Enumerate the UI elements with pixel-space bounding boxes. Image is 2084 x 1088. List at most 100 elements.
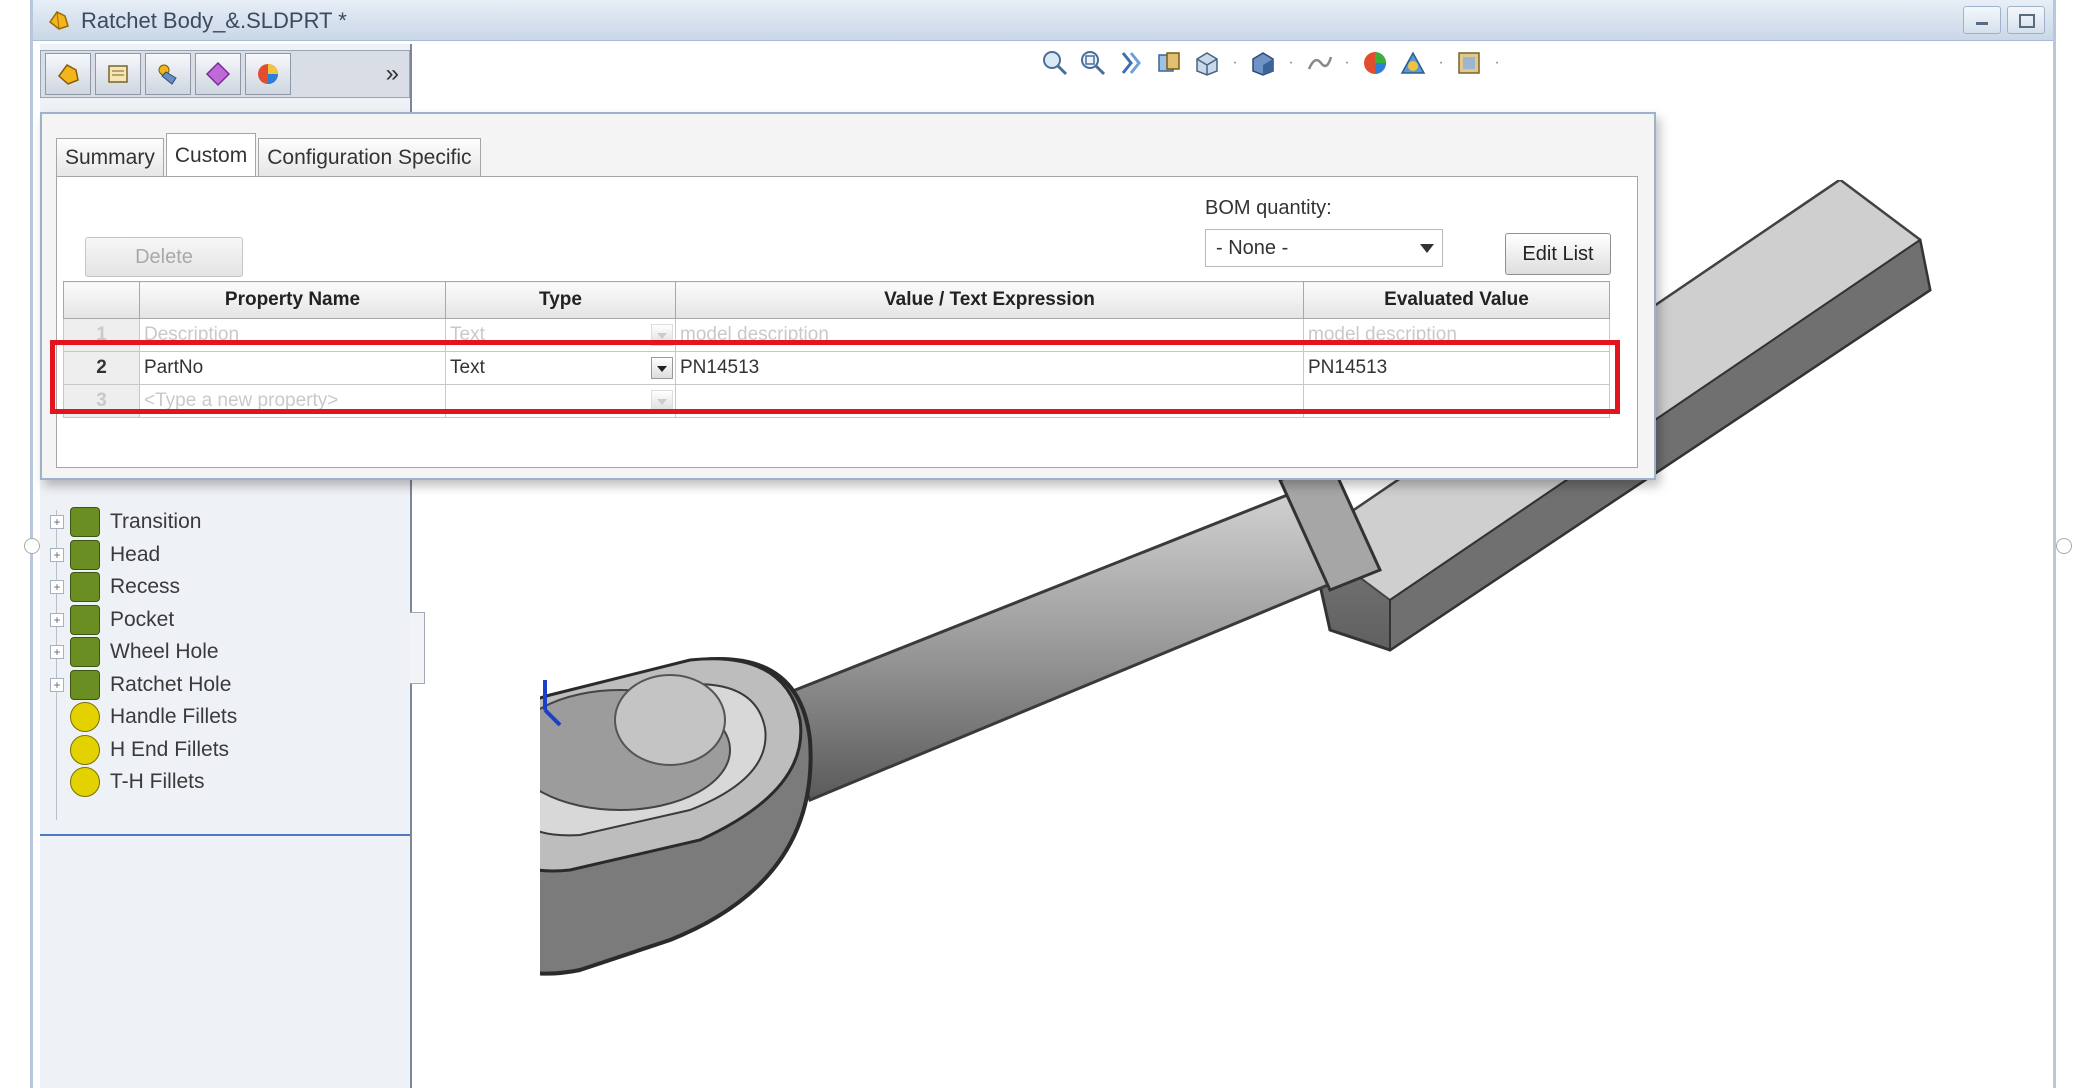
expand-icon[interactable]: + — [50, 547, 64, 562]
type-cell[interactable]: Text — [445, 318, 676, 352]
dropdown-caret-icon[interactable]: · — [1342, 55, 1352, 71]
column-header-number — [63, 281, 140, 319]
tree-item-h-end-fillets[interactable]: H End Fillets — [50, 734, 237, 767]
property-name-cell[interactable]: <Type a new property> — [139, 384, 446, 418]
tree-item-ratchet-hole[interactable]: + Ratchet Hole — [50, 669, 237, 702]
expand-icon[interactable]: + — [50, 515, 64, 530]
zoom-to-fit-icon[interactable] — [1040, 48, 1070, 78]
tree-item-label: Ratchet Hole — [110, 672, 232, 696]
column-header-type[interactable]: Type — [445, 281, 676, 319]
tree-item-label: Head — [110, 542, 161, 566]
chevron-down-icon[interactable] — [651, 324, 673, 346]
tree-item-label: H End Fillets — [110, 737, 230, 761]
rollback-bar[interactable] — [40, 834, 410, 836]
part-file-icon — [48, 11, 69, 30]
expand-icon[interactable]: + — [50, 580, 64, 595]
featuremanager-tree-icon[interactable] — [45, 53, 91, 95]
chevron-down-icon[interactable] — [1420, 244, 1434, 253]
view-toolbar: · · · · · — [1040, 48, 1502, 78]
minimize-button[interactable] — [1963, 6, 2001, 34]
dropdown-caret-icon[interactable]: · — [1436, 55, 1446, 71]
apply-scene-icon[interactable] — [1398, 48, 1428, 78]
row-number: 3 — [63, 384, 140, 418]
chevron-down-icon[interactable] — [651, 390, 673, 412]
window-title: Ratchet Body_&.SLDPRT * — [81, 8, 347, 33]
tree-item-label: Recess — [110, 575, 181, 599]
configuration-manager-icon[interactable] — [145, 53, 191, 95]
dimxpert-icon[interactable] — [195, 53, 241, 95]
bom-quantity-value: - None - — [1216, 236, 1289, 259]
expand-icon[interactable]: + — [50, 677, 64, 692]
section-view-icon[interactable] — [1154, 48, 1184, 78]
custom-properties-panel: Delete BOM quantity: - None - Edit List … — [56, 176, 1638, 468]
display-manager-icon[interactable] — [245, 53, 291, 95]
tab-summary[interactable]: Summary — [56, 138, 164, 177]
title-bar[interactable]: Ratchet Body_&.SLDPRT * — [33, 0, 2053, 41]
tree-item-handle-fillets[interactable]: Handle Fillets — [50, 701, 237, 734]
column-header-evaluated-value[interactable]: Evaluated Value — [1303, 281, 1610, 319]
display-style-icon[interactable] — [1248, 48, 1278, 78]
previous-view-icon[interactable] — [1116, 48, 1146, 78]
tree-item-label: T-H Fillets — [110, 770, 205, 794]
zoom-to-area-icon[interactable] — [1078, 48, 1108, 78]
value-cell[interactable]: model description — [675, 318, 1304, 352]
value-cell[interactable] — [675, 384, 1304, 418]
custom-properties-table: Property Name Type Value / Text Expressi… — [63, 281, 1610, 418]
tab-configuration-specific[interactable]: Configuration Specific — [258, 138, 481, 177]
table-row[interactable]: 2 PartNo Text PN14513 PN14513 — [63, 351, 1610, 385]
chevron-down-icon[interactable] — [651, 357, 673, 379]
type-cell[interactable] — [445, 384, 676, 418]
tree-item-recess[interactable]: + Recess — [50, 571, 237, 604]
property-name-cell[interactable]: Description — [139, 318, 446, 352]
tree-item-label: Handle Fillets — [110, 705, 238, 729]
dropdown-caret-icon[interactable]: · — [1230, 55, 1240, 71]
dropdown-caret-icon[interactable]: · — [1286, 55, 1296, 71]
edit-appearance-icon[interactable] — [1360, 48, 1390, 78]
tree-item-pocket[interactable]: + Pocket — [50, 604, 237, 637]
expand-icon[interactable]: + — [50, 612, 64, 627]
property-manager-icon[interactable] — [95, 53, 141, 95]
column-header-property-name[interactable]: Property Name — [139, 281, 446, 319]
boss-extrude-icon — [70, 539, 100, 570]
more-tabs-chevron-icon[interactable]: » — [386, 60, 399, 88]
left-resize-handle[interactable] — [24, 538, 40, 554]
evaluated-value-cell — [1303, 384, 1610, 418]
row-number: 1 — [63, 318, 140, 352]
type-cell[interactable]: Text — [445, 351, 676, 385]
featuremanager-tabs: » — [40, 50, 410, 98]
tree-item-wheel-hole[interactable]: + Wheel Hole — [50, 636, 237, 669]
view-settings-icon[interactable] — [1454, 48, 1484, 78]
delete-button[interactable]: Delete — [85, 237, 243, 277]
restore-button[interactable] — [2007, 6, 2045, 34]
cut-extrude-icon — [70, 572, 100, 603]
fillet-icon — [70, 702, 100, 733]
edit-list-button[interactable]: Edit List — [1505, 233, 1611, 275]
evaluated-value-cell: model description — [1303, 318, 1610, 352]
cut-extrude-icon — [70, 604, 100, 635]
bom-quantity-label: BOM quantity: — [1205, 197, 1332, 219]
tree-item-head[interactable]: + Head — [50, 539, 237, 572]
expand-icon[interactable]: + — [50, 645, 64, 660]
tree-item-t-h-fillets[interactable]: T-H Fillets — [50, 766, 237, 799]
table-row[interactable]: 3 <Type a new property> — [63, 384, 1610, 418]
fillet-icon — [70, 767, 100, 798]
dropdown-caret-icon[interactable]: · — [1492, 55, 1502, 71]
view-orientation-icon[interactable] — [1192, 48, 1222, 78]
dialog-tabs: Summary Custom Configuration Specific — [56, 132, 483, 178]
tree-item-label: Transition — [110, 510, 202, 534]
type-value: Text — [450, 324, 485, 345]
type-value: Text — [450, 357, 485, 378]
table-header-row: Property Name Type Value / Text Expressi… — [63, 281, 1610, 319]
cut-extrude-icon — [70, 637, 100, 668]
right-resize-handle[interactable] — [2056, 538, 2072, 554]
tree-item-label: Pocket — [110, 607, 175, 631]
panel-splitter-handle[interactable] — [410, 612, 425, 684]
bom-quantity-select[interactable]: - None - — [1205, 229, 1443, 267]
table-row[interactable]: 1 Description Text model description mod… — [63, 318, 1610, 352]
hide-show-items-icon[interactable] — [1304, 48, 1334, 78]
property-name-cell[interactable]: PartNo — [139, 351, 446, 385]
value-cell[interactable]: PN14513 — [675, 351, 1304, 385]
tree-item-transition[interactable]: + Transition — [50, 506, 237, 539]
tab-custom[interactable]: Custom — [165, 133, 257, 178]
column-header-value[interactable]: Value / Text Expression — [675, 281, 1304, 319]
